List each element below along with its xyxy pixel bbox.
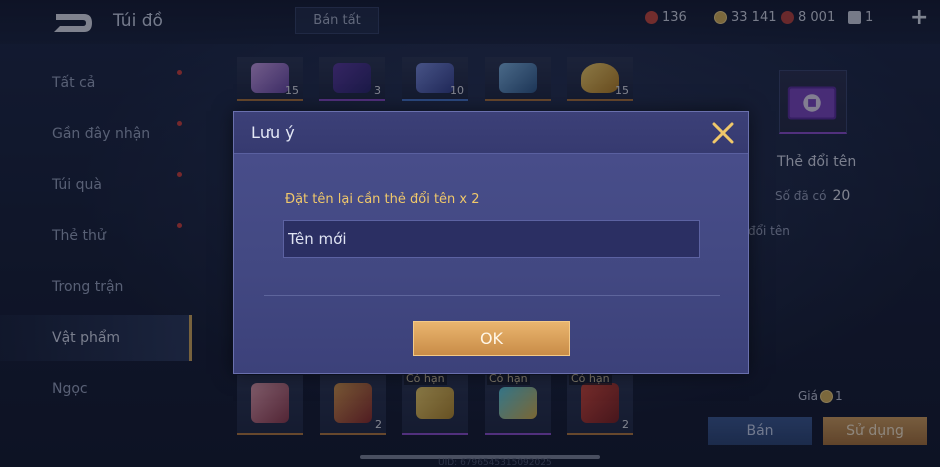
dialog-title: Lưu ý xyxy=(251,123,295,142)
rename-dialog: Lưu ý Đặt tên lại cần thẻ đổi tên x 2 OK xyxy=(233,111,749,374)
new-name-input[interactable] xyxy=(283,220,700,258)
ok-button[interactable]: OK xyxy=(413,321,570,356)
dialog-message: Đặt tên lại cần thẻ đổi tên x 2 xyxy=(285,192,480,207)
divider xyxy=(264,295,720,296)
close-icon[interactable] xyxy=(710,120,736,146)
dialog-header: Lưu ý xyxy=(234,112,748,154)
